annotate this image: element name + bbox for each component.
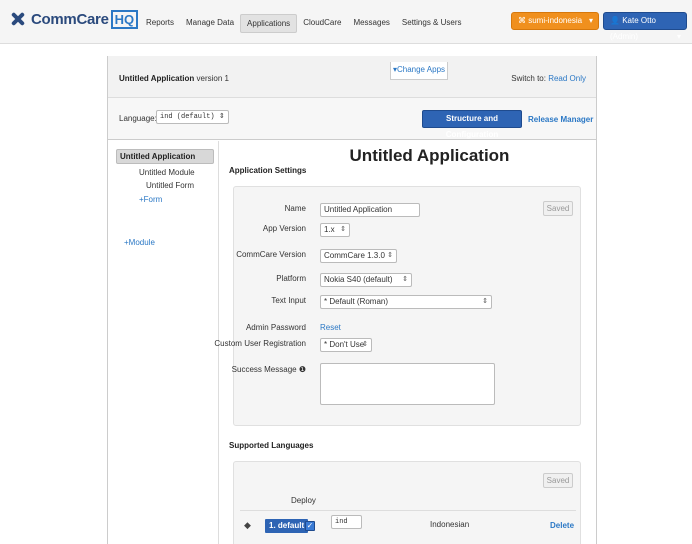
project-label: sumi-indonesia: [528, 16, 583, 25]
page-title: Untitled Application: [349, 146, 510, 165]
custom-registration-select[interactable]: * Don't Use ⇕: [320, 338, 372, 352]
app-title-version: version 1: [194, 74, 229, 83]
commcare-logo[interactable]: CommCare HQ: [8, 9, 139, 29]
change-apps-label: Change Apps: [396, 65, 446, 74]
nav-messages[interactable]: Messages: [347, 14, 395, 33]
commcare-version-label: CommCare Version: [236, 250, 306, 259]
app-container: Untitled Application version 1 ▾Change A…: [107, 56, 597, 544]
change-apps-button[interactable]: ▾Change Apps: [390, 62, 448, 80]
logo-hq-badge: HQ: [110, 9, 139, 29]
select-arrows-icon: ⇕: [218, 113, 225, 121]
custom-registration-label: Custom User Registration: [214, 339, 306, 348]
add-form-link[interactable]: +Form: [139, 195, 162, 204]
platform-value: Nokia S40 (default): [324, 275, 393, 284]
add-module-link[interactable]: +Module: [124, 238, 155, 247]
deploy-column-header: Deploy: [291, 496, 316, 505]
select-arrows-icon: ⇕: [362, 341, 368, 348]
platform-label: Platform: [276, 274, 306, 283]
nav-cloudcare[interactable]: CloudCare: [297, 14, 347, 33]
default-language-badge: 1. default: [265, 519, 309, 533]
user-icon: 👤: [610, 16, 623, 25]
delete-language-link[interactable]: Delete: [550, 521, 574, 530]
table-header-divider: [240, 510, 576, 511]
read-only-link[interactable]: Read Only: [548, 74, 586, 83]
sidebar-item-application[interactable]: Untitled Application: [116, 149, 214, 164]
language-name: Indonesian: [430, 520, 470, 529]
app-version-select[interactable]: 1.x ⇕: [320, 223, 350, 237]
text-input-select[interactable]: * Default (Roman) ⇕: [320, 295, 492, 309]
project-dropdown-button[interactable]: ⌘ sumi-indonesia ▾: [511, 12, 599, 30]
top-navbar: CommCare HQ Reports Manage Data Applicat…: [0, 0, 692, 44]
commcare-x-icon: [8, 9, 28, 29]
sidebar-item-module[interactable]: Untitled Module: [139, 168, 195, 177]
app-title: Untitled Application version 1: [119, 74, 229, 83]
structure-configuration-button[interactable]: Structure and Configuration: [422, 110, 522, 139]
app-header: Untitled Application version 1 ▾Change A…: [108, 56, 596, 98]
release-manager-link[interactable]: Release Manager: [528, 115, 593, 124]
logo-text: CommCare: [31, 10, 109, 28]
switch-to-label: Switch to:: [511, 74, 549, 83]
text-input-label: Text Input: [271, 296, 306, 305]
chevron-down-icon: ▾: [676, 32, 681, 41]
success-message-text: Success Message: [231, 365, 297, 374]
select-arrows-icon: ⇕: [340, 226, 346, 233]
supported-languages-heading: Supported Languages: [229, 441, 314, 450]
main-nav: Reports Manage Data Applications CloudCa…: [140, 14, 467, 33]
select-arrows-icon: ⇕: [402, 276, 408, 283]
name-input[interactable]: Untitled Application: [320, 203, 420, 217]
sidebar-item-form[interactable]: Untitled Form: [146, 181, 194, 190]
info-icon[interactable]: ❶: [299, 365, 306, 374]
add-form-label: Form: [143, 195, 163, 204]
app-version-label: App Version: [262, 224, 306, 233]
name-label: Name: [284, 204, 306, 213]
drag-handle-icon[interactable]: ◆: [244, 520, 251, 531]
text-input-value: * Default (Roman): [324, 297, 389, 306]
application-settings-panel: Saved Name Untitled Application App Vers…: [214, 186, 581, 426]
project-icon: ⌘: [518, 16, 529, 25]
app-title-name: Untitled Application: [119, 74, 195, 83]
settings-saved-button[interactable]: Saved: [543, 201, 573, 216]
admin-password-label: Admin Password: [245, 323, 306, 332]
select-arrows-icon: ⇕: [387, 252, 393, 259]
language-label: Language:: [119, 114, 157, 123]
success-message-textarea[interactable]: [320, 363, 495, 405]
chevron-down-icon: ▾: [588, 16, 593, 25]
commcare-version-value: CommCare 1.3.0: [324, 251, 385, 260]
deploy-checkbox[interactable]: ✓: [305, 521, 315, 531]
select-arrows-icon: ⇕: [482, 298, 488, 305]
language-select[interactable]: ind (default) ⇕: [156, 110, 229, 124]
language-code-input[interactable]: ind: [331, 515, 362, 529]
admin-password-reset-link[interactable]: Reset: [320, 323, 341, 332]
language-bar: Language: ind (default) ⇕ Structure and …: [108, 98, 596, 140]
language-value: ind (default): [160, 113, 215, 121]
custom-registration-value: * Don't Use: [324, 340, 365, 349]
nav-manage-data[interactable]: Manage Data: [180, 14, 240, 33]
user-dropdown-button[interactable]: 👤 Kate Otto (Admin) ▾: [603, 12, 687, 41]
main-content: Untitled Application Application Setting…: [214, 141, 596, 544]
languages-saved-button[interactable]: Saved: [543, 473, 573, 488]
success-message-label: Success Message ❶: [206, 365, 306, 374]
nav-settings-users[interactable]: Settings & Users: [396, 14, 468, 33]
platform-select[interactable]: Nokia S40 (default) ⇕: [320, 273, 412, 287]
app-version-value: 1.x: [324, 225, 335, 234]
commcare-version-select[interactable]: CommCare 1.3.0 ⇕: [320, 249, 397, 263]
nav-applications[interactable]: Applications: [240, 14, 298, 33]
application-settings-heading: Application Settings: [229, 166, 307, 175]
switch-to: Switch to: Read Only: [511, 74, 586, 83]
nav-reports[interactable]: Reports: [140, 14, 180, 33]
add-module-label: Module: [128, 238, 155, 247]
supported-languages-panel: Saved Deploy ◆ 1. default ✓ ind Indonesi…: [233, 461, 581, 544]
